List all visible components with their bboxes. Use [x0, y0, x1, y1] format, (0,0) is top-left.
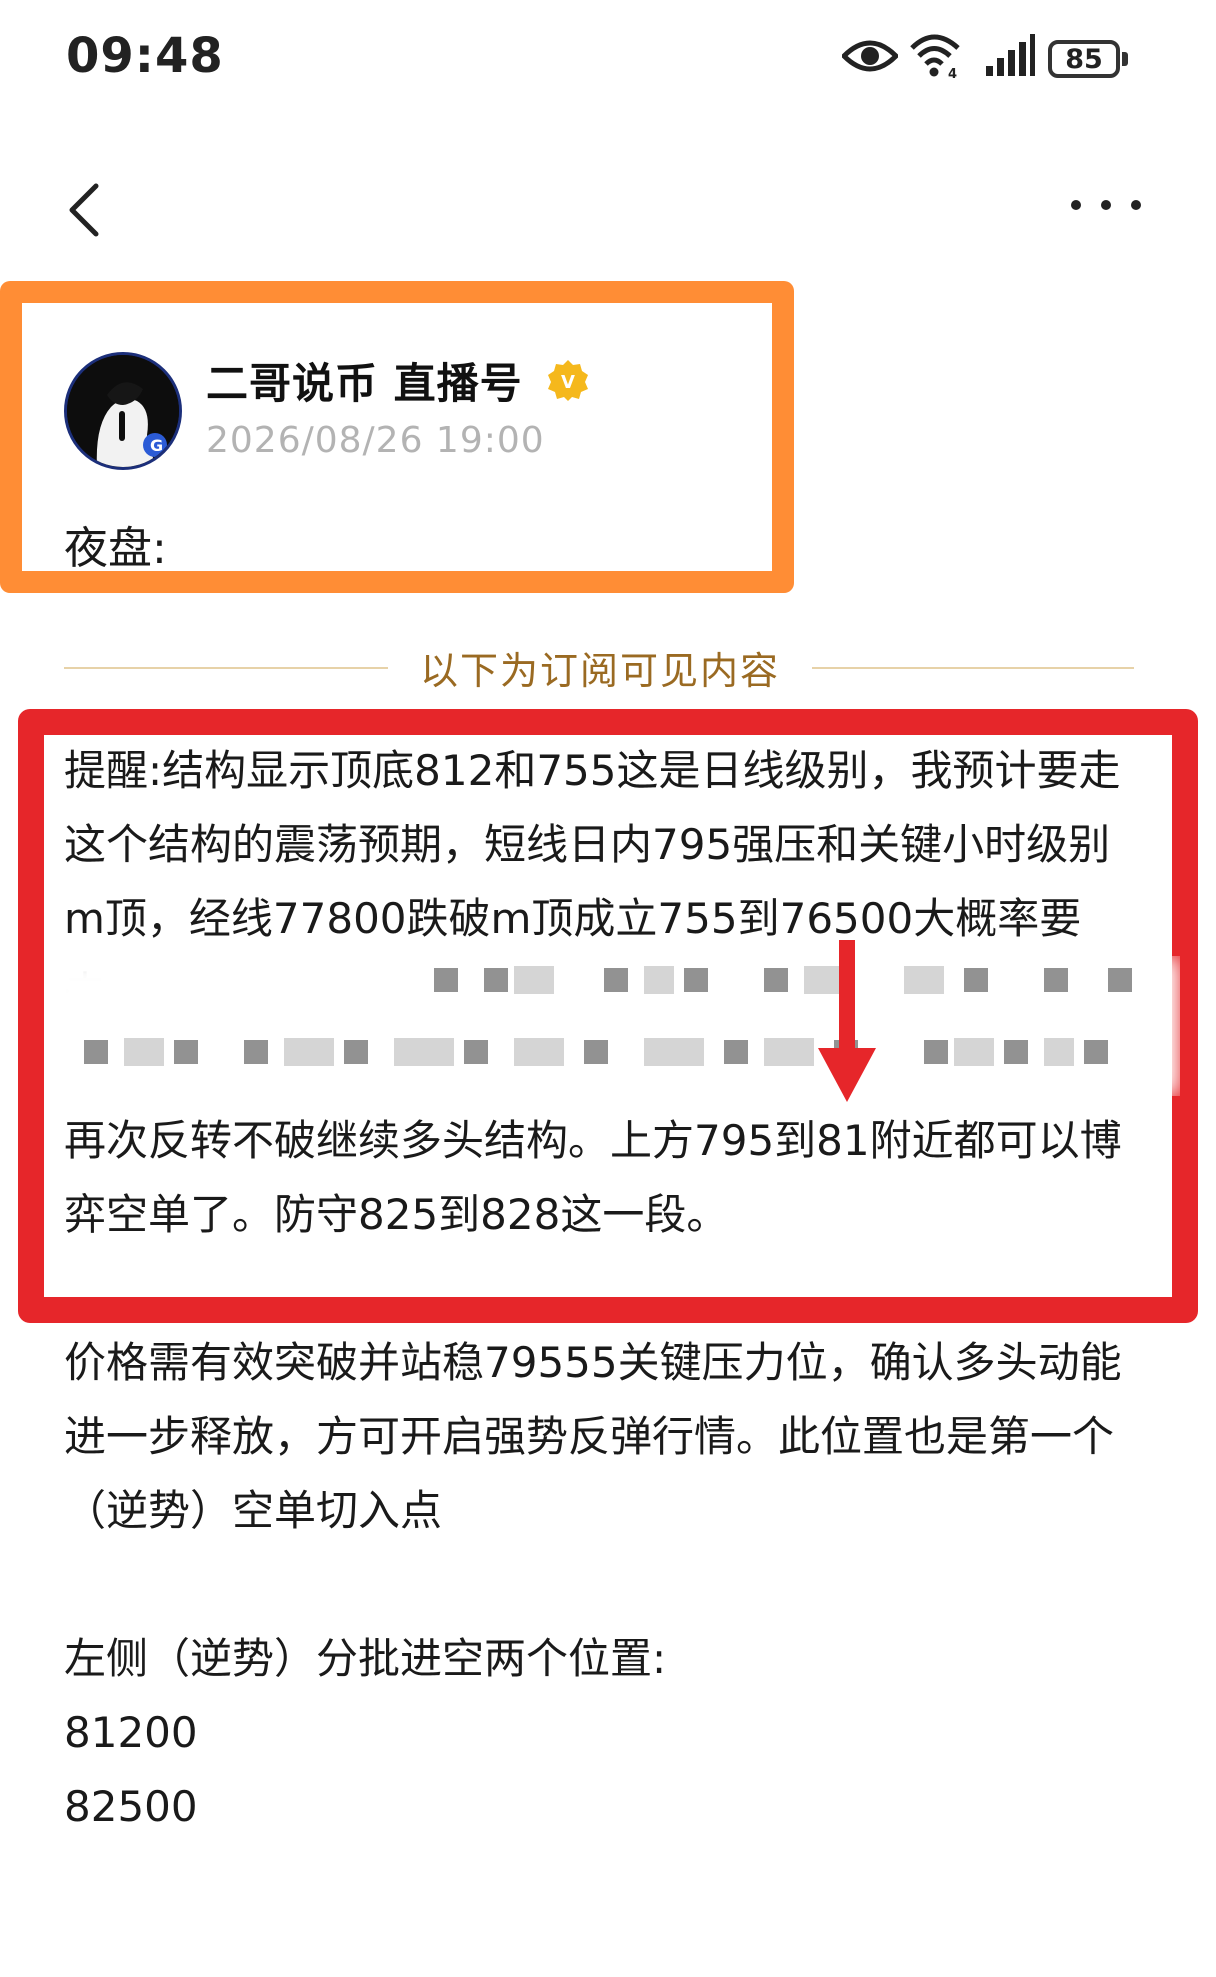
post-intro: 夜盘:: [64, 523, 167, 574]
eye-icon: [842, 40, 898, 72]
arrow-down-icon: [818, 940, 876, 1102]
status-time: 09:48: [66, 28, 224, 84]
entry-position-1: 81200: [64, 1708, 198, 1757]
analysis-paragraph: 价格需有效突破并站稳79555关键压力位，确认多头动能进一步释放，方可开启强势反…: [64, 1338, 1122, 1535]
divider-line-right: [812, 667, 1134, 669]
avatar[interactable]: G: [64, 352, 182, 470]
wifi-icon: 4: [910, 34, 960, 80]
post-body: 价格需有效突破并站稳79555关键压力位，确认多头动能进一步释放，方可开启强势反…: [64, 1326, 1150, 1548]
divider-line-left: [64, 667, 388, 669]
entry-position-2: 82500: [64, 1782, 198, 1831]
avatar-silhouette-icon: G: [67, 355, 179, 467]
signal-icon: [986, 34, 1035, 76]
paywall-visible-text-2: 再次反转不破继续多头结构。上方795到81附近都可以博弈空单了。防守825到82…: [64, 1116, 1122, 1239]
post-date: 2026/08/26 19:00: [206, 420, 545, 461]
verified-badge-icon: V: [548, 360, 588, 401]
verified-badge-label: V: [561, 372, 575, 393]
more-dots-icon[interactable]: [1066, 190, 1146, 220]
author-name[interactable]: 二哥说币 直播号: [206, 350, 523, 411]
battery-cap: [1122, 52, 1128, 66]
chevron-left-icon[interactable]: [62, 180, 106, 240]
svg-text:4: 4: [948, 67, 957, 80]
svg-text:G: G: [150, 436, 163, 455]
entry-positions: 左侧（逆势）分批进空两个位置: 81200 82500: [64, 1622, 1150, 1844]
pixelated-redaction: [44, 956, 1180, 1096]
entry-positions-title: 左侧（逆势）分批进空两个位置:: [64, 1634, 667, 1683]
battery-level: 85: [1065, 43, 1103, 75]
battery-icon: 85: [1048, 40, 1120, 78]
subscription-divider-label: 以下为订阅可见内容: [419, 649, 780, 693]
